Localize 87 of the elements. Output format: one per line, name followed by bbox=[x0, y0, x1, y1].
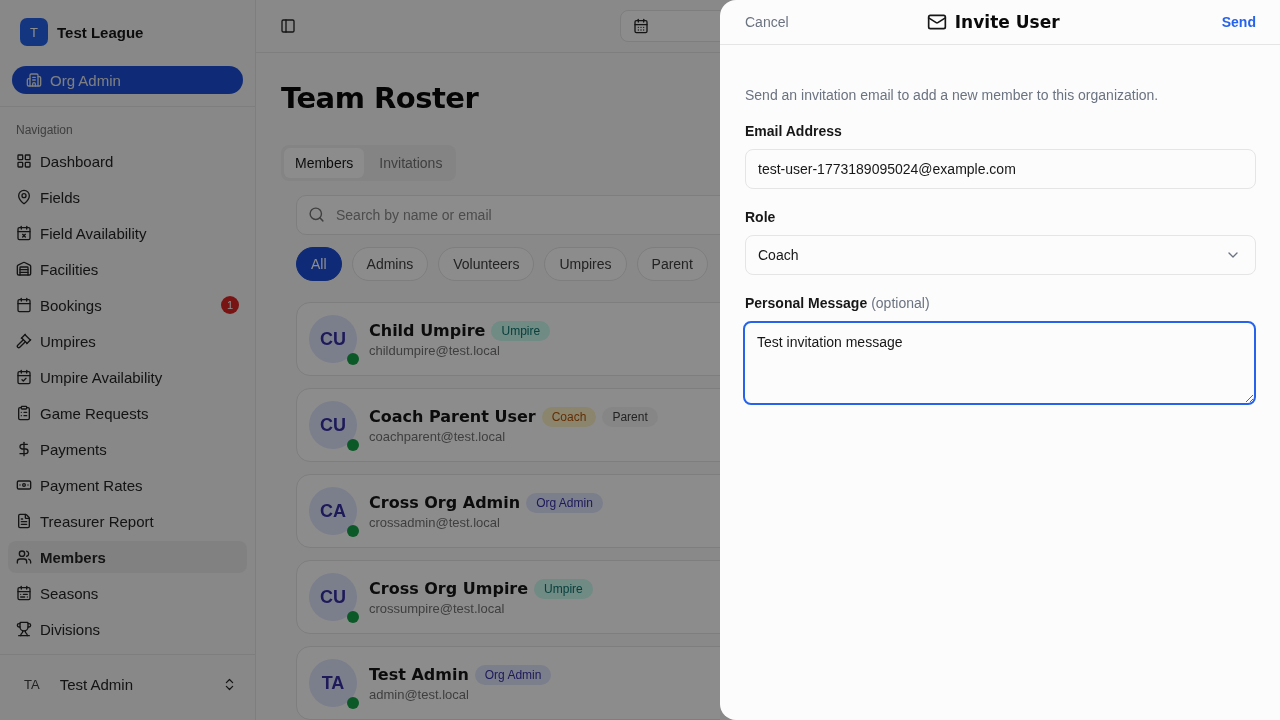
member-name: Coach Parent User bbox=[369, 407, 536, 426]
calendar-icon bbox=[16, 585, 32, 601]
nav-item[interactable]: Umpires bbox=[8, 325, 247, 357]
member-email: admin@test.local bbox=[369, 686, 470, 702]
cancel-button[interactable]: Cancel bbox=[745, 14, 789, 30]
calendar-check-icon bbox=[16, 369, 32, 385]
role-button[interactable]: Org Admin bbox=[12, 66, 243, 94]
role-tag: Umpire bbox=[534, 578, 593, 599]
avatar: TA bbox=[309, 659, 357, 707]
org-name: Test League bbox=[57, 23, 144, 41]
role-select[interactable]: Coach bbox=[745, 235, 1256, 275]
org-logo: T bbox=[20, 18, 48, 46]
send-button[interactable]: Send bbox=[1221, 14, 1256, 30]
calendar-icon bbox=[16, 297, 32, 313]
date-button[interactable] bbox=[620, 10, 720, 42]
filter-chip[interactable]: Umpires bbox=[544, 247, 627, 281]
clipboard-icon bbox=[16, 405, 32, 421]
search-field[interactable]: Search by name or email bbox=[296, 195, 720, 235]
nav-item[interactable]: Field Availability bbox=[8, 217, 247, 249]
trophy-icon bbox=[16, 621, 32, 637]
avatar: CU bbox=[309, 573, 357, 621]
nav-item[interactable]: Dashboard bbox=[8, 145, 247, 177]
calendar-x-icon bbox=[16, 225, 32, 241]
member-card[interactable]: CU Child Umpire Umpire childumpire@test.local bbox=[296, 302, 720, 376]
nav-item[interactable]: Umpire Availability bbox=[8, 361, 247, 393]
member-card[interactable]: CA Cross Org Admin Org Admin crossadmin@test.local bbox=[296, 474, 720, 548]
role-tag: Org Admin bbox=[474, 664, 552, 685]
field-label: Email Address bbox=[745, 123, 842, 139]
tab[interactable]: Members bbox=[284, 148, 365, 178]
grid-icon bbox=[16, 153, 32, 169]
map-pin-icon bbox=[16, 189, 32, 205]
role-tag: Org Admin bbox=[526, 492, 603, 513]
nav-item[interactable]: Members bbox=[8, 541, 247, 573]
role-tag: Coach bbox=[541, 406, 597, 427]
warehouse-icon bbox=[16, 261, 32, 277]
nav-item[interactable]: Seasons bbox=[8, 577, 247, 609]
sheet-title: Invite User bbox=[954, 12, 1060, 32]
document-icon bbox=[16, 513, 32, 529]
field-label: Personal Message bbox=[745, 295, 868, 311]
member-name: Cross Org Admin bbox=[369, 493, 521, 512]
member-name: Cross Org Umpire bbox=[369, 579, 529, 598]
users-icon bbox=[16, 549, 32, 565]
member-email: crossumpire@test.local bbox=[369, 600, 506, 616]
user-initials: TA bbox=[24, 677, 40, 692]
filter-chip[interactable]: Admins bbox=[351, 247, 429, 281]
search-icon bbox=[308, 206, 325, 223]
avatar: CU bbox=[309, 401, 357, 449]
nav-item[interactable]: Facilities bbox=[8, 253, 247, 285]
gavel-icon bbox=[16, 333, 32, 349]
sidebar-toggle-icon[interactable] bbox=[278, 16, 298, 36]
banknote-icon bbox=[16, 477, 32, 493]
nav-item[interactable]: Treasurer Report bbox=[8, 505, 247, 537]
message-field[interactable]: Test invitation message bbox=[743, 321, 1256, 405]
member-name: Test Admin bbox=[369, 665, 469, 684]
field-label: Role bbox=[745, 209, 776, 225]
dollar-icon bbox=[16, 441, 32, 457]
member-card[interactable]: CU Cross Org Umpire Umpire crossumpire@test.local bbox=[296, 560, 720, 634]
member-name: Child Umpire bbox=[369, 321, 486, 340]
nav-section-label: Navigation bbox=[15, 122, 74, 139]
member-email: coachparent@test.local bbox=[369, 428, 507, 444]
nav-item[interactable]: Bookings 1 bbox=[8, 289, 247, 321]
mail-icon bbox=[926, 12, 947, 32]
page-title: Team Roster bbox=[281, 81, 480, 115]
email-field[interactable]: test-user-1773189095024@example.com bbox=[745, 149, 1256, 189]
count-badge: 1 bbox=[221, 296, 239, 314]
filter-chip[interactable]: Volunteers bbox=[438, 247, 535, 281]
nav-item[interactable]: Game Requests bbox=[8, 397, 247, 429]
nav-item[interactable]: Fields bbox=[8, 181, 247, 213]
member-card[interactable]: CU Coach Parent User Coach Parent coachparent@test.local bbox=[296, 388, 720, 462]
nav-item[interactable]: Payments bbox=[8, 433, 247, 465]
tab[interactable]: Invitations bbox=[368, 148, 454, 178]
member-email: childumpire@test.local bbox=[369, 342, 501, 358]
member-card[interactable]: TA Test Admin Org Admin admin@test.local bbox=[296, 646, 720, 720]
description: Send an invitation email to add a new member to this organization. bbox=[745, 87, 1160, 103]
avatar: CU bbox=[309, 315, 357, 363]
role-tag: Parent bbox=[602, 406, 658, 427]
avatar: CA bbox=[309, 487, 357, 535]
calendar-icon bbox=[633, 18, 649, 34]
optional-hint: (optional) bbox=[871, 295, 930, 311]
user-name: Test Admin bbox=[59, 676, 135, 693]
member-email: crossadmin@test.local bbox=[369, 514, 501, 530]
filter-chip[interactable]: Parent bbox=[636, 247, 708, 281]
filter-chip[interactable]: All bbox=[296, 247, 342, 281]
role-tag: Umpire bbox=[491, 320, 551, 341]
building-icon bbox=[26, 72, 42, 88]
nav-item[interactable]: Payment Rates bbox=[8, 469, 247, 501]
nav-item[interactable]: Divisions bbox=[8, 613, 247, 645]
